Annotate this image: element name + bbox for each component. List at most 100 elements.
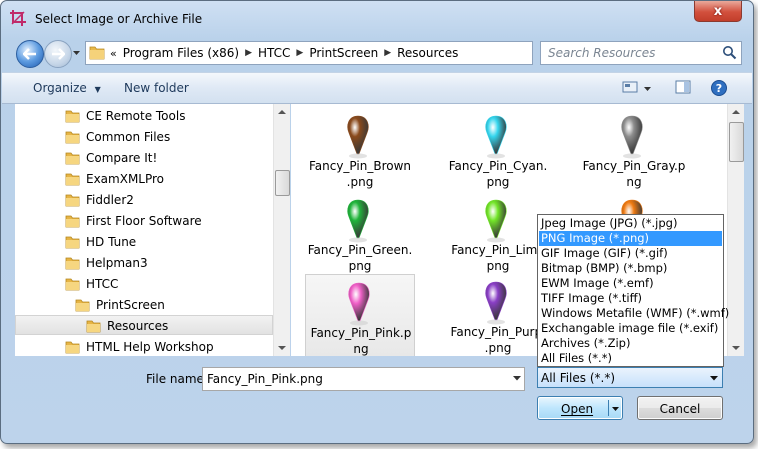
organize-button[interactable]: Organize ▼ [33,81,101,95]
tree-item[interactable]: HTML Help Workshop [15,337,273,356]
file-name-line: ng [353,342,369,356]
file-name-line: Fancy_Pin_Cyan. [448,159,548,173]
file-name-line: png [348,259,372,273]
forward-arrow-icon [52,48,65,60]
organize-label: Organize [33,81,87,95]
file-type-selected: All Files (*.*) [541,371,616,385]
file-name-line: Fancy_Pin_Gray.p [582,159,686,173]
breadcrumb-item[interactable]: PrintScreen [309,46,378,60]
file-type-option[interactable]: Jpeg Image (JPG) (*.jpg) [539,216,722,231]
folder-icon [65,215,80,228]
scroll-down-button[interactable] [728,340,744,356]
pin-image-icon [485,199,507,243]
file-type-option[interactable]: Exchangable image file (*.exif) [539,321,722,336]
tree-item[interactable]: CE Remote Tools [15,106,273,126]
scrollbar-thumb[interactable] [275,170,290,196]
tree-item[interactable]: First Floor Software [15,211,273,231]
breadcrumb-overflow[interactable]: « [110,47,117,60]
tree-item[interactable]: Common Files [15,127,273,147]
pin-image-icon [347,115,369,159]
file-type-select[interactable]: All Files (*.*) [537,367,723,388]
folder-icon [75,299,90,312]
view-options-icon[interactable] [621,79,639,95]
tree-item-label: First Floor Software [86,214,202,228]
folder-icon [65,257,80,270]
file-type-option[interactable]: TIFF Image (*.tiff) [539,291,722,306]
file-type-option[interactable]: PNG Image (*.png) [539,231,722,246]
folder-icon [65,194,80,207]
cancel-button[interactable]: Cancel [637,396,723,420]
file-item[interactable]: Fancy_Pin_Green.png [305,192,415,276]
recent-pages-dropdown-icon[interactable] [72,48,81,57]
scroll-up-button[interactable] [274,104,290,120]
file-name-line: ng [626,175,642,189]
preview-pane-icon[interactable] [674,79,692,95]
tree-item[interactable]: Resources [15,315,273,335]
tree-item[interactable]: Compare It! [15,148,273,168]
search-box[interactable]: Search Resources [540,41,742,65]
tree-item[interactable]: HTCC [15,274,273,294]
file-name-line: .png [346,175,374,189]
file-type-option[interactable]: All Files (*.*) [539,351,722,366]
tree-item-label: Resources [107,319,169,333]
file-name-label: File name: [146,372,208,386]
folder-icon [65,152,80,165]
title-bar: Select Image or Archive File x [1,1,753,37]
file-name: Fancy_Pin_Gray.png [579,158,689,190]
chevron-down-icon [732,346,740,350]
close-button[interactable]: x [694,1,742,22]
file-type-option[interactable]: GIF Image (GIF) (*.gif) [539,246,722,261]
tree-item-label: HTCC [86,277,119,291]
chevron-right-icon[interactable]: ▶ [296,48,303,58]
file-name-line: Fancy_Pin_Pink.p [310,326,412,340]
file-type-option[interactable]: EWM Image (*.emf) [539,276,722,291]
scroll-up-button[interactable] [728,104,744,120]
chevron-down-icon[interactable] [643,84,652,93]
chevron-down-icon [710,376,718,381]
address-bar[interactable]: « Program Files (x86) ▶ HTCC ▶ PrintScre… [85,41,609,65]
tree-item-label: HD Tune [86,235,137,249]
chevron-down-icon[interactable] [512,373,522,383]
chevron-right-icon[interactable]: ▶ [384,48,391,58]
forward-button[interactable] [44,40,72,68]
tree-scrollbar[interactable] [273,104,290,356]
split-divider [608,400,609,416]
tree-item[interactable]: ExamXMLPro [15,169,273,189]
file-name-line: Fancy_Pin_Green. [307,243,413,257]
file-item[interactable]: Fancy_Pin_Cyan. png [443,108,553,192]
file-type-option[interactable]: Bitmap (BMP) (*.bmp) [539,261,722,276]
file-type-option[interactable]: Windows Metafile (WMF) (*.wmf) [539,306,729,321]
breadcrumb-item[interactable]: HTCC [258,46,290,60]
folder-icon [65,341,80,354]
scrollbar-thumb[interactable] [729,122,744,162]
search-icon[interactable] [722,45,737,60]
open-label: Open [561,402,594,416]
search-input[interactable]: Search Resources [548,46,655,60]
breadcrumb-item[interactable]: Program Files (x86) [123,46,239,60]
pin-image-icon [621,115,643,159]
file-name: Fancy_Pin_Pink.png [306,325,416,356]
back-button[interactable] [16,40,44,68]
new-folder-button[interactable]: New folder [124,81,189,95]
window-title: Select Image or Archive File [35,12,203,26]
breadcrumb-item[interactable]: Resources [397,46,458,60]
file-item[interactable]: Fancy_Pin_Gray.png [579,108,689,192]
file-name-line: Fancy_Pin_Lime [451,243,545,257]
tree-item[interactable]: PrintScreen [15,295,273,315]
file-list-scrollbar[interactable] [727,104,744,356]
scroll-down-button[interactable] [274,340,290,356]
chevron-right-icon[interactable]: ▶ [245,48,252,58]
open-options-dropdown-icon[interactable] [611,404,620,413]
tree-item[interactable]: Fiddler2 [15,190,273,210]
file-item[interactable]: Fancy_Pin_Pink.png [305,274,415,356]
folder-icon [65,278,80,291]
tree-item[interactable]: Helpman3 [15,253,273,273]
file-type-option[interactable]: Archives (*.Zip) [539,336,722,351]
folder-icon [65,131,80,144]
help-icon[interactable]: ? [710,79,728,97]
open-button[interactable]: Open [537,396,623,420]
file-name-field[interactable]: Fancy_Pin_Pink.png [202,367,525,391]
tree-item[interactable]: HD Tune [15,232,273,252]
chevron-down-icon [278,346,286,350]
file-item[interactable]: Fancy_Pin_Brown .png [305,108,415,192]
